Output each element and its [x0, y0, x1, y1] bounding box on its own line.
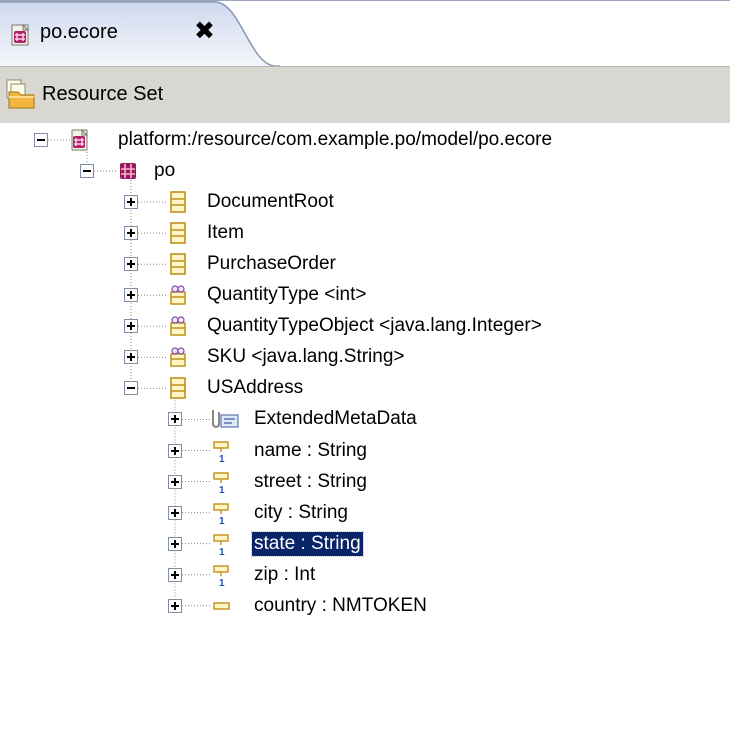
tree-item-label[interactable]: SKU <java.lang.String>: [205, 345, 407, 369]
tree-item-label[interactable]: DocumentRoot: [205, 190, 336, 214]
eattribute-icon: 1: [210, 470, 234, 496]
close-icon[interactable]: ✖: [194, 16, 215, 46]
eattribute-icon: 1: [210, 563, 234, 589]
svg-text:1: 1: [219, 578, 225, 587]
tree-row-zip-int[interactable]: 1 zip : Int: [0, 560, 730, 591]
tree-item-label[interactable]: platform:/resource/com.example.po/model/…: [116, 128, 554, 152]
ecore-file-icon: [68, 128, 92, 152]
eclass-icon: [166, 221, 190, 245]
edatatype-icon: [166, 314, 190, 338]
expand-icon[interactable]: [124, 350, 138, 365]
tree-item-label[interactable]: zip : Int: [252, 563, 317, 587]
ecore-file-icon: [10, 23, 32, 52]
eclass-icon: [166, 376, 190, 400]
eattribute-icon: 1: [210, 439, 234, 465]
expand-icon[interactable]: [124, 226, 138, 241]
eattribute-icon: 1: [210, 501, 234, 527]
tree-item-label[interactable]: PurchaseOrder: [205, 252, 338, 276]
edatatype-icon: [166, 283, 190, 307]
collapse-icon[interactable]: [34, 133, 48, 147]
resource-set-header: Resource Set: [0, 66, 730, 124]
expand-icon[interactable]: [168, 598, 182, 613]
expand-icon[interactable]: [124, 257, 138, 272]
epackage-icon: [116, 159, 140, 183]
tree-row-purchaseorder[interactable]: PurchaseOrder: [0, 249, 730, 280]
tree-item-label[interactable]: state : String: [251, 530, 364, 557]
edatatype-icon: [166, 345, 190, 369]
expand-icon[interactable]: [168, 412, 182, 427]
tree-item-label[interactable]: USAddress: [205, 376, 305, 400]
svg-text:1: 1: [219, 547, 225, 556]
tree-row-item[interactable]: Item: [0, 218, 730, 249]
tab-title: po.ecore: [40, 21, 118, 43]
expand-icon[interactable]: [168, 536, 182, 551]
tree-row-po[interactable]: po: [0, 156, 730, 187]
expand-icon[interactable]: [168, 567, 182, 582]
tree-item-label[interactable]: city : String: [252, 501, 350, 525]
tree-row-quantitytype-int[interactable]: QuantityType <int>: [0, 280, 730, 311]
expand-icon[interactable]: [124, 288, 138, 303]
eattribute-icon: 1: [210, 532, 234, 558]
eclass-icon: [166, 252, 190, 276]
tree-row-name-string[interactable]: 1 name : String: [0, 436, 730, 467]
eclass-icon: [166, 190, 190, 214]
svg-text:1: 1: [219, 485, 225, 494]
expand-icon[interactable]: [168, 443, 182, 458]
tree-item-label[interactable]: QuantityTypeObject <java.lang.Integer>: [205, 314, 544, 338]
resource-set-icon: [4, 78, 36, 115]
tree-item-label[interactable]: po: [152, 159, 177, 183]
eattribute-optional-icon: [210, 594, 234, 618]
eannotation-icon: [210, 407, 239, 431]
expand-icon[interactable]: [168, 474, 182, 489]
svg-text:1: 1: [219, 454, 225, 463]
tree-item-label[interactable]: QuantityType <int>: [205, 283, 369, 307]
tree-item-label[interactable]: ExtendedMetaData: [252, 407, 419, 431]
collapse-icon[interactable]: [80, 164, 94, 179]
tree-item-label[interactable]: street : String: [252, 470, 369, 494]
tree-row-usaddress[interactable]: USAddress: [0, 373, 730, 404]
tree-row-documentroot[interactable]: DocumentRoot: [0, 187, 730, 218]
tree-item-label[interactable]: country : NMTOKEN: [252, 594, 429, 618]
tree-row-quantitytypeobject-java-lang-integer[interactable]: QuantityTypeObject <java.lang.Integer>: [0, 311, 730, 342]
expand-icon[interactable]: [124, 319, 138, 334]
tree-row-city-string[interactable]: 1 city : String: [0, 498, 730, 529]
tree-row-extendedmetadata[interactable]: ExtendedMetaData: [0, 404, 730, 435]
tree-row-street-string[interactable]: 1 street : String: [0, 467, 730, 498]
resource-set-title: Resource Set: [42, 83, 164, 105]
tree-item-label[interactable]: name : String: [252, 439, 369, 463]
tree-row-country-nmtoken[interactable]: country : NMTOKEN: [0, 591, 730, 622]
expand-icon[interactable]: [168, 505, 182, 520]
tree-row-state-string[interactable]: 1 state : String: [0, 529, 730, 560]
tree-row-sku-java-lang-string[interactable]: SKU <java.lang.String>: [0, 342, 730, 373]
expand-icon[interactable]: [124, 195, 138, 210]
tree-row-platform-resource-com-example-po-model-po-ecore[interactable]: platform:/resource/com.example.po/model/…: [0, 125, 730, 156]
model-tree[interactable]: platform:/resource/com.example.po/model/…: [0, 123, 730, 739]
editor-tab-strip: po.ecore ✖: [0, 0, 730, 67]
svg-text:1: 1: [219, 516, 225, 525]
collapse-icon[interactable]: [124, 381, 138, 396]
tree-item-label[interactable]: Item: [205, 221, 246, 245]
